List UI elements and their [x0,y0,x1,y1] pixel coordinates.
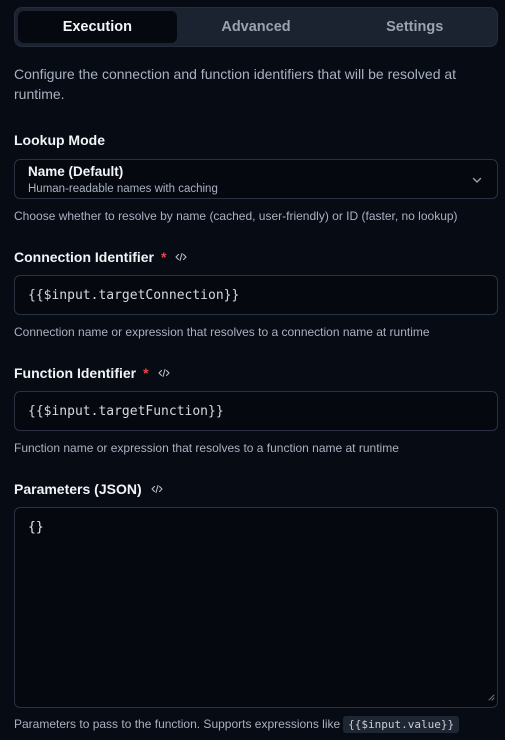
code-icon[interactable] [151,484,163,494]
connection-identifier-input[interactable]: {{$input.targetConnection}} [14,275,498,315]
parameters-label: Parameters (JSON) [14,481,163,497]
function-identifier-label-text: Function Identifier [14,365,137,381]
parameters-help: Parameters to pass to the function. Supp… [14,716,460,733]
parameters-value: {} [28,520,44,535]
tab-advanced[interactable]: Advanced [177,11,336,43]
required-marker: * [161,249,167,265]
lookup-mode-selected-description: Human-readable names with caching [28,183,218,195]
lookup-mode-help: Choose whether to resolve by name (cache… [14,209,458,223]
lookup-mode-label: Lookup Mode [14,132,105,148]
parameters-help-text: Parameters to pass to the function. Supp… [14,717,341,731]
tab-settings[interactable]: Settings [335,11,494,43]
expression-example-chip: {{$input.value}} [343,716,460,733]
intro-text: Configure the connection and function id… [14,66,457,102]
resize-handle-icon[interactable] [487,690,495,705]
connection-identifier-label-text: Connection Identifier [14,249,154,265]
tab-bar: Execution Advanced Settings [14,7,498,47]
code-icon[interactable] [158,368,170,378]
lookup-mode-label-text: Lookup Mode [14,132,105,148]
required-marker: * [143,365,149,381]
code-icon[interactable] [175,252,188,262]
parameters-textarea[interactable]: {} [14,507,498,708]
function-identifier-label: Function Identifier * [14,365,170,381]
function-identifier-input[interactable]: {{$input.targetFunction}} [14,391,498,431]
chevron-down-icon [471,173,483,191]
parameters-label-text: Parameters (JSON) [14,481,142,497]
connection-identifier-label: Connection Identifier * [14,249,188,265]
function-identifier-help: Function name or expression that resolve… [14,441,399,455]
lookup-mode-selected: Name (Default) [28,164,124,179]
tab-execution[interactable]: Execution [18,11,177,43]
lookup-mode-select[interactable]: Name (Default) Human-readable names with… [14,159,498,199]
connection-identifier-help: Connection name or expression that resol… [14,325,430,339]
